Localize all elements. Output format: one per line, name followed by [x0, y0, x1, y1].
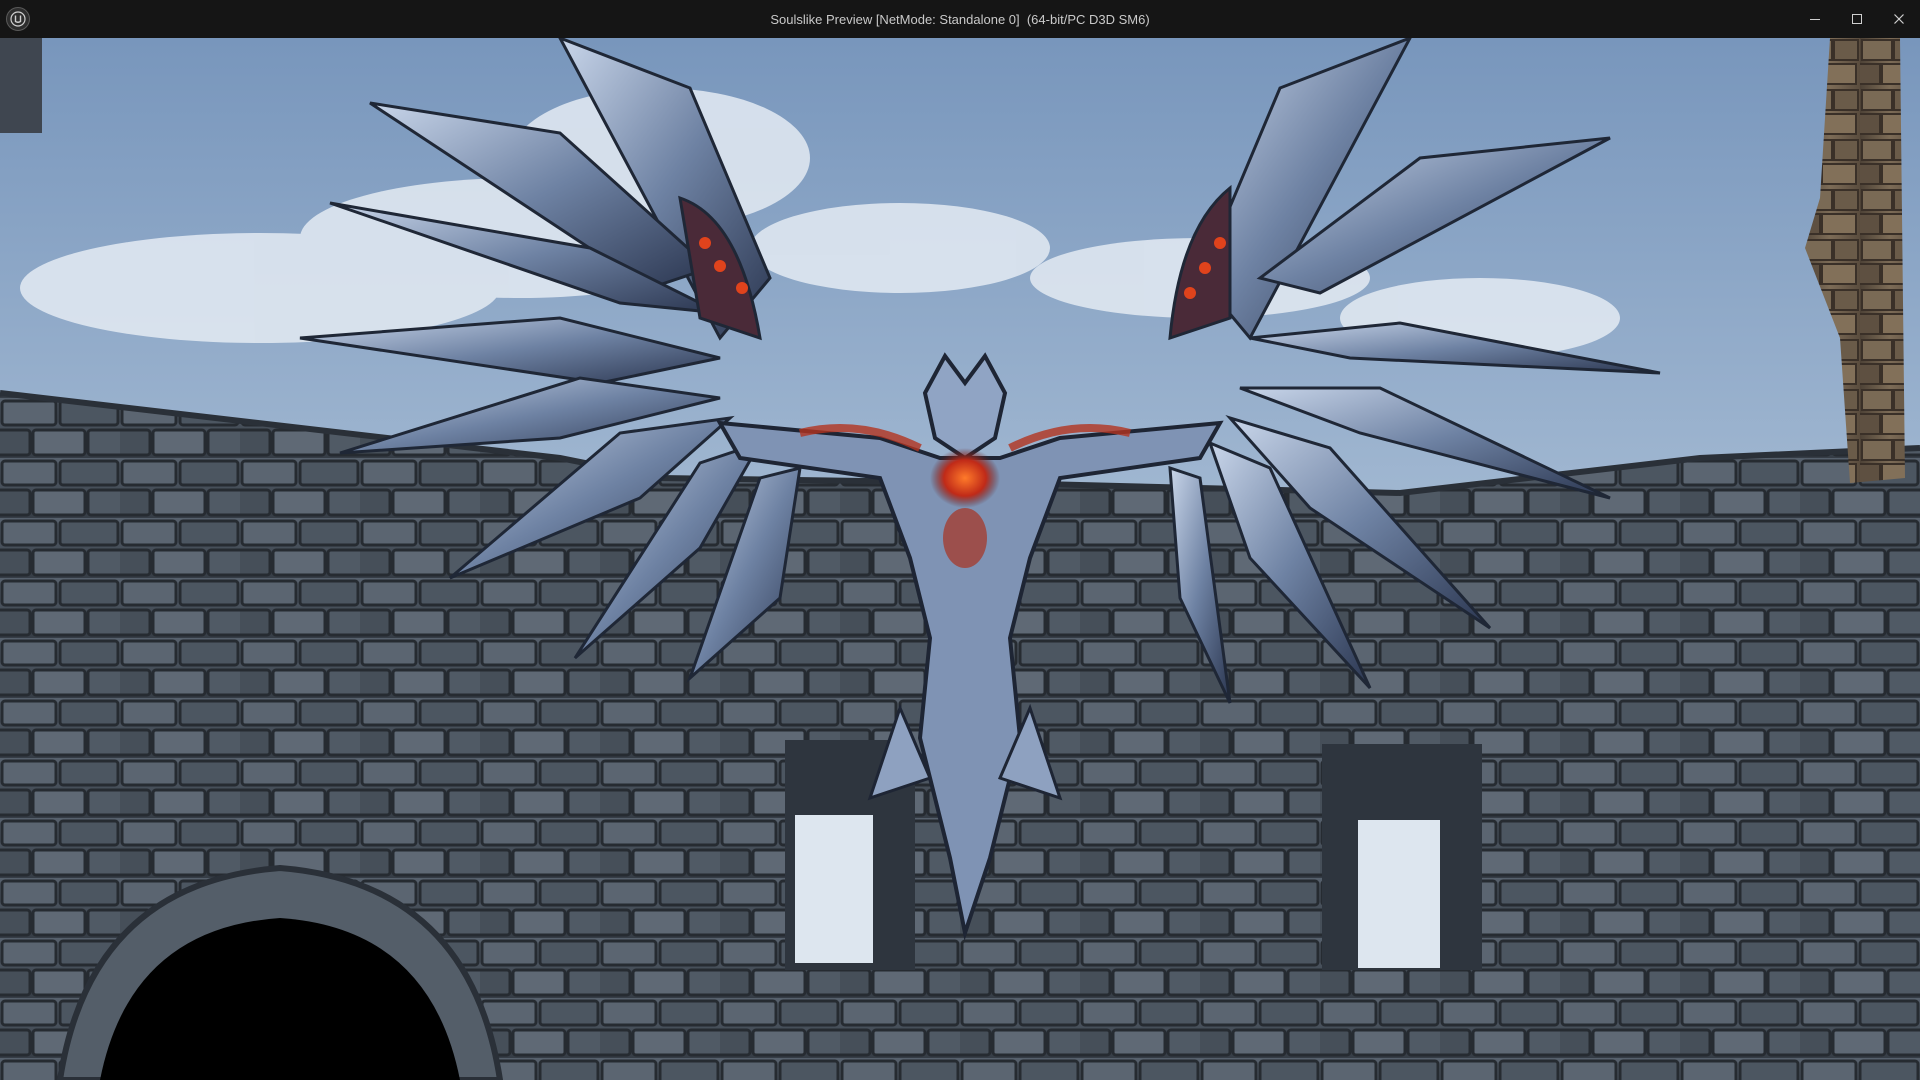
- game-window: Soulslike Preview [NetMode: Standalone 0…: [0, 0, 1920, 1080]
- left-tower-stub: [0, 38, 42, 133]
- minimize-button[interactable]: [1794, 0, 1836, 38]
- close-button[interactable]: [1878, 0, 1920, 38]
- unreal-engine-logo-icon: [6, 7, 30, 31]
- wall-window-left: [795, 815, 873, 963]
- wall-window-right: [1358, 820, 1440, 968]
- game-viewport[interactable]: [0, 38, 1920, 1080]
- minimize-icon: [1810, 19, 1820, 20]
- maximize-button[interactable]: [1836, 0, 1878, 38]
- window-title: Soulslike Preview [NetMode: Standalone 0…: [770, 11, 1150, 27]
- maximize-icon: [1852, 14, 1862, 24]
- window-controls: [1794, 0, 1920, 38]
- close-icon: [1894, 14, 1904, 24]
- scene-render: [0, 38, 1920, 1080]
- title-bar[interactable]: Soulslike Preview [NetMode: Standalone 0…: [0, 0, 1920, 38]
